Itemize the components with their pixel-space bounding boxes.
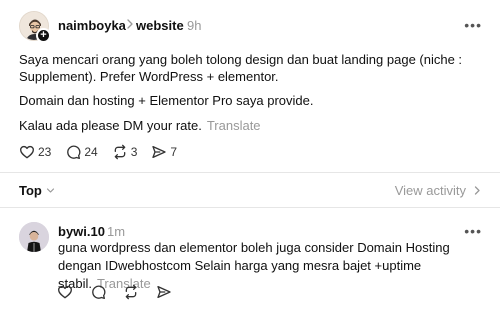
reply-like-button[interactable]: [57, 284, 73, 300]
heart-icon: [58, 285, 72, 299]
topic-tag[interactable]: website: [136, 18, 184, 33]
reply-button[interactable]: 24: [65, 144, 98, 160]
post-paragraph-3: Kalau ada please DM your rate. Translate: [19, 117, 469, 134]
chevron-down-icon[interactable]: [46, 186, 55, 195]
reply-author-avatar[interactable]: [19, 222, 49, 252]
reply-timestamp: 1m: [107, 224, 126, 239]
comment-bubble-icon: [92, 285, 106, 299]
sort-dropdown[interactable]: Top: [19, 183, 42, 198]
author-username[interactable]: naimboyka: [58, 18, 126, 33]
share-count: 7: [170, 145, 178, 159]
translate-link[interactable]: Translate: [207, 118, 261, 133]
reply-action-bar: [57, 283, 189, 301]
reply-author-username[interactable]: bywi.10: [58, 224, 105, 239]
post-paragraph-3-text: Kalau ada please DM your rate.: [19, 118, 202, 133]
reply-count: 24: [84, 145, 98, 159]
chevron-right-icon: [127, 19, 133, 29]
send-icon: [157, 286, 171, 298]
post-more-icon[interactable]: •••: [464, 18, 482, 32]
chevron-right-icon[interactable]: [473, 185, 481, 196]
post-paragraph-2: Domain dan hosting + Elementor Pro saya …: [19, 93, 314, 108]
repost-icon: [125, 284, 137, 300]
send-icon: [152, 146, 167, 158]
follow-plus-icon[interactable]: +: [36, 28, 51, 43]
reply-share-button[interactable]: [156, 284, 172, 300]
post-timestamp: 9h: [187, 18, 202, 33]
replies-sort-bar: Top View activity: [0, 173, 500, 207]
share-button[interactable]: 7: [151, 144, 177, 160]
post-action-bar: 23 24 3 7: [19, 143, 191, 161]
like-button[interactable]: 23: [19, 144, 51, 160]
reply-more-icon[interactable]: •••: [464, 224, 482, 238]
heart-icon: [20, 145, 34, 159]
reply-reply-button[interactable]: [90, 284, 106, 300]
thread-post: + naimboyka website 9h ••• Saya mencari …: [0, 0, 500, 172]
repost-count: 3: [130, 145, 138, 159]
post-paragraph-1: Saya mencari orang yang boleh tolong des…: [19, 52, 463, 84]
view-activity-link[interactable]: View activity: [395, 183, 466, 198]
repost-icon: [114, 144, 126, 160]
reply-repost-button[interactable]: [123, 284, 139, 300]
repost-button[interactable]: 3: [112, 144, 138, 160]
like-count: 23: [38, 145, 52, 159]
reply-post: bywi.10 1m ••• guna wordpress dan elemen…: [0, 208, 500, 312]
comment-bubble-icon: [67, 145, 81, 159]
